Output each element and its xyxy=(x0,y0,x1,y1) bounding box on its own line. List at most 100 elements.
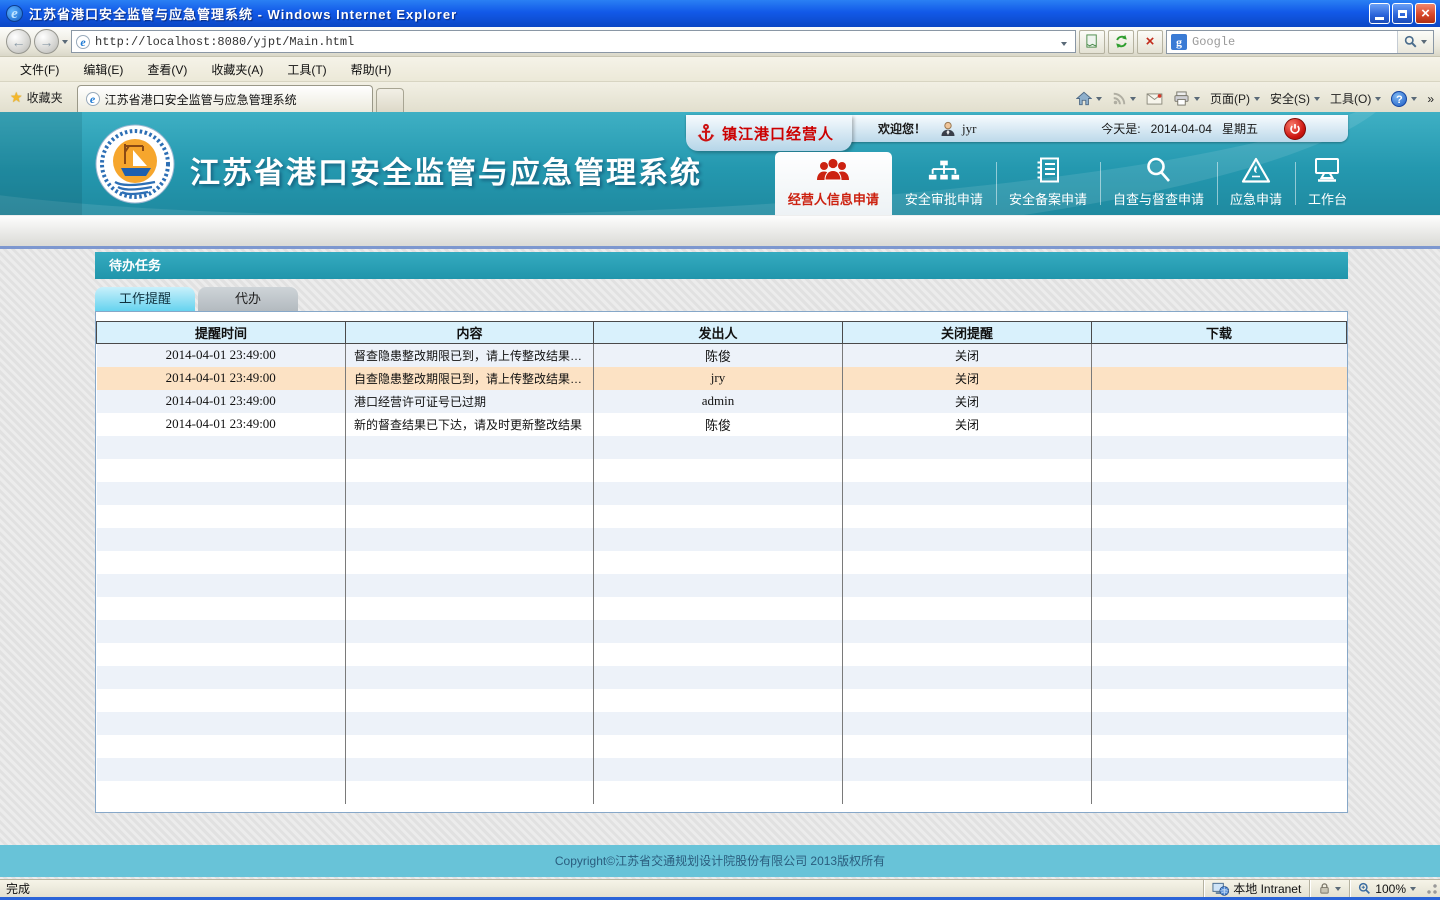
search-dropdown-icon[interactable] xyxy=(1421,40,1427,44)
nav-self-inspection[interactable]: 自查与督查申请 xyxy=(1100,152,1217,215)
address-field[interactable]: e http://localhost:8080/yjpt/Main.html xyxy=(71,30,1076,53)
back-button[interactable]: ← xyxy=(6,29,31,54)
favorites-button[interactable]: ★ 收藏夹 xyxy=(6,89,71,112)
nav-label: 安全审批申请 xyxy=(905,189,983,208)
search-button[interactable] xyxy=(1397,31,1433,53)
active-browser-tab[interactable]: e 江苏省港口安全监管与应急管理系统 xyxy=(77,85,373,112)
task-table: 提醒时间 内容 发出人 关闭提醒 下载 2014-04-01 23:49:00 … xyxy=(96,321,1347,804)
nav-operator-info[interactable]: 经营人信息申请 xyxy=(775,152,892,215)
close-button[interactable]: × xyxy=(1415,3,1436,24)
window-title: 江苏省港口安全监管与应急管理系统 - Windows Internet Expl… xyxy=(29,4,457,23)
cell-download xyxy=(1092,367,1347,390)
search-input[interactable]: g Google xyxy=(1166,30,1434,54)
history-dropdown-icon[interactable] xyxy=(62,40,68,44)
menu-favorites[interactable]: 收藏夹(A) xyxy=(199,58,275,81)
logout-button[interactable] xyxy=(1284,118,1306,140)
anchor-icon xyxy=(696,122,716,144)
task-table-body: 2014-04-01 23:49:00 督查隐患整改期限已到，请上传整改结果… … xyxy=(97,344,1347,804)
table-row: 2014-04-01 23:49:00 港口经营许可证号已过期 admin 关闭 xyxy=(97,390,1347,413)
new-tab-stub[interactable] xyxy=(376,88,404,112)
feed-icon xyxy=(1112,92,1126,106)
panel-title: 待办任务 xyxy=(95,252,1348,279)
system-title: 江苏省港口安全监管与应急管理系统 xyxy=(190,148,702,192)
tab-todo[interactable]: 代办 xyxy=(198,287,298,311)
favorites-label: 收藏夹 xyxy=(27,89,63,106)
close-reminder-link[interactable]: 关闭 xyxy=(843,413,1092,436)
table-row: 2014-04-01 23:49:00 自查隐患整改期限已到，请上传整改结果… … xyxy=(97,367,1347,390)
star-icon: ★ xyxy=(10,89,23,106)
more-commands-chevron[interactable]: » xyxy=(1427,92,1434,106)
close-reminder-link[interactable]: 关闭 xyxy=(843,367,1092,390)
print-icon xyxy=(1173,91,1190,106)
menu-file[interactable]: 文件(F) xyxy=(8,58,71,81)
tools-menu-button[interactable]: 工具(O) xyxy=(1330,90,1381,107)
main-nav: 经营人信息申请 安全审批申请 安全备案申请 xyxy=(775,152,1360,215)
nav-label: 安全备案申请 xyxy=(1009,189,1087,208)
nav-safety-approval[interactable]: 安全审批申请 xyxy=(892,152,996,215)
table-row: 2014-04-01 23:49:00 新的督查结果已下达，请及时更新整改结果 … xyxy=(97,413,1347,436)
people-icon xyxy=(815,154,851,184)
restore-button[interactable] xyxy=(1392,3,1413,24)
org-name: 镇江港口经营人 xyxy=(722,123,834,144)
col-time-header: 提醒时间 xyxy=(97,322,346,344)
home-button[interactable] xyxy=(1076,91,1102,106)
cell-content: 督查隐患整改期限已到，请上传整改结果… xyxy=(346,344,594,367)
menu-edit[interactable]: 编辑(E) xyxy=(71,58,135,81)
status-bar: 完成 本地 Intranet 100% xyxy=(0,879,1440,897)
address-toolbar: ← → e http://localhost:8080/yjpt/Main.ht… xyxy=(0,27,1440,57)
warning-icon xyxy=(1241,154,1271,184)
safety-menu-button[interactable]: 安全(S) xyxy=(1270,90,1320,107)
date-label: 今天是: xyxy=(1101,120,1140,137)
col-close-header: 关闭提醒 xyxy=(843,322,1092,344)
table-row-empty xyxy=(97,459,1347,482)
nav-safety-record[interactable]: 安全备案申请 xyxy=(996,152,1100,215)
power-icon xyxy=(1289,123,1301,135)
close-reminder-link[interactable]: 关闭 xyxy=(843,390,1092,413)
feeds-button[interactable] xyxy=(1112,92,1136,106)
user-bar: 镇江港口经营人 欢迎您！ jyr 今天是: 2014-04-04 星期五 xyxy=(686,115,1348,142)
intranet-icon xyxy=(1212,882,1229,896)
table-row-empty xyxy=(97,551,1347,574)
table-row-empty xyxy=(97,735,1347,758)
nav-workbench[interactable]: 工作台 xyxy=(1295,152,1360,215)
task-table-panel: 提醒时间 内容 发出人 关闭提醒 下载 2014-04-01 23:49:00 … xyxy=(95,311,1348,813)
print-button[interactable] xyxy=(1173,91,1200,106)
web-page: 江苏省港口安全监管与应急管理系统 镇江港口经营人 欢迎您！ xyxy=(0,112,1440,879)
refresh-button[interactable] xyxy=(1108,30,1134,54)
read-mail-button[interactable] xyxy=(1146,93,1163,105)
table-header-row: 提醒时间 内容 发出人 关闭提醒 下载 xyxy=(97,322,1347,344)
status-right: 本地 Intranet 100% xyxy=(1203,880,1438,897)
table-row-empty xyxy=(97,758,1347,781)
minimize-icon xyxy=(1375,17,1384,20)
nav-emergency[interactable]: 应急申请 xyxy=(1217,152,1295,215)
stop-button[interactable]: × xyxy=(1137,30,1163,54)
menu-help[interactable]: 帮助(H) xyxy=(339,58,404,81)
cell-content: 自查隐患整改期限已到，请上传整改结果… xyxy=(346,367,594,390)
page-menu-button[interactable]: 页面(P) xyxy=(1210,90,1260,107)
forward-button[interactable]: → xyxy=(34,29,59,54)
url-text[interactable]: http://localhost:8080/yjpt/Main.html xyxy=(95,35,1052,49)
protected-mode-button[interactable] xyxy=(1309,880,1349,897)
copyright-footer: Copyright©江苏省交通规划设计院股份有限公司 2013版权所有 xyxy=(0,845,1440,877)
search-icon xyxy=(1404,35,1417,48)
cell-download xyxy=(1092,390,1347,413)
cell-content: 港口经营许可证号已过期 xyxy=(346,390,594,413)
compatibility-view-button[interactable] xyxy=(1079,30,1105,54)
address-dropdown-button[interactable] xyxy=(1057,33,1071,51)
menu-view[interactable]: 查看(V) xyxy=(135,58,199,81)
resize-grip[interactable] xyxy=(1426,883,1438,895)
table-row-empty xyxy=(97,666,1347,689)
mail-icon xyxy=(1146,93,1163,105)
help-menu-button[interactable]: ? xyxy=(1391,91,1417,107)
tab-work-reminder[interactable]: 工作提醒 xyxy=(95,287,195,311)
zoom-control[interactable]: 100% xyxy=(1349,880,1424,897)
date-value: 2014-04-04 xyxy=(1151,122,1212,136)
table-row-empty xyxy=(97,781,1347,804)
workbench-icon xyxy=(1311,154,1343,184)
menu-tools[interactable]: 工具(T) xyxy=(275,58,338,81)
cell-time: 2014-04-01 23:49:00 xyxy=(97,344,346,367)
close-reminder-link[interactable]: 关闭 xyxy=(843,344,1092,367)
table-row: 2014-04-01 23:49:00 督查隐患整改期限已到，请上传整改结果… … xyxy=(97,344,1347,367)
minimize-button[interactable] xyxy=(1369,3,1390,24)
nav-label: 应急申请 xyxy=(1230,189,1282,208)
